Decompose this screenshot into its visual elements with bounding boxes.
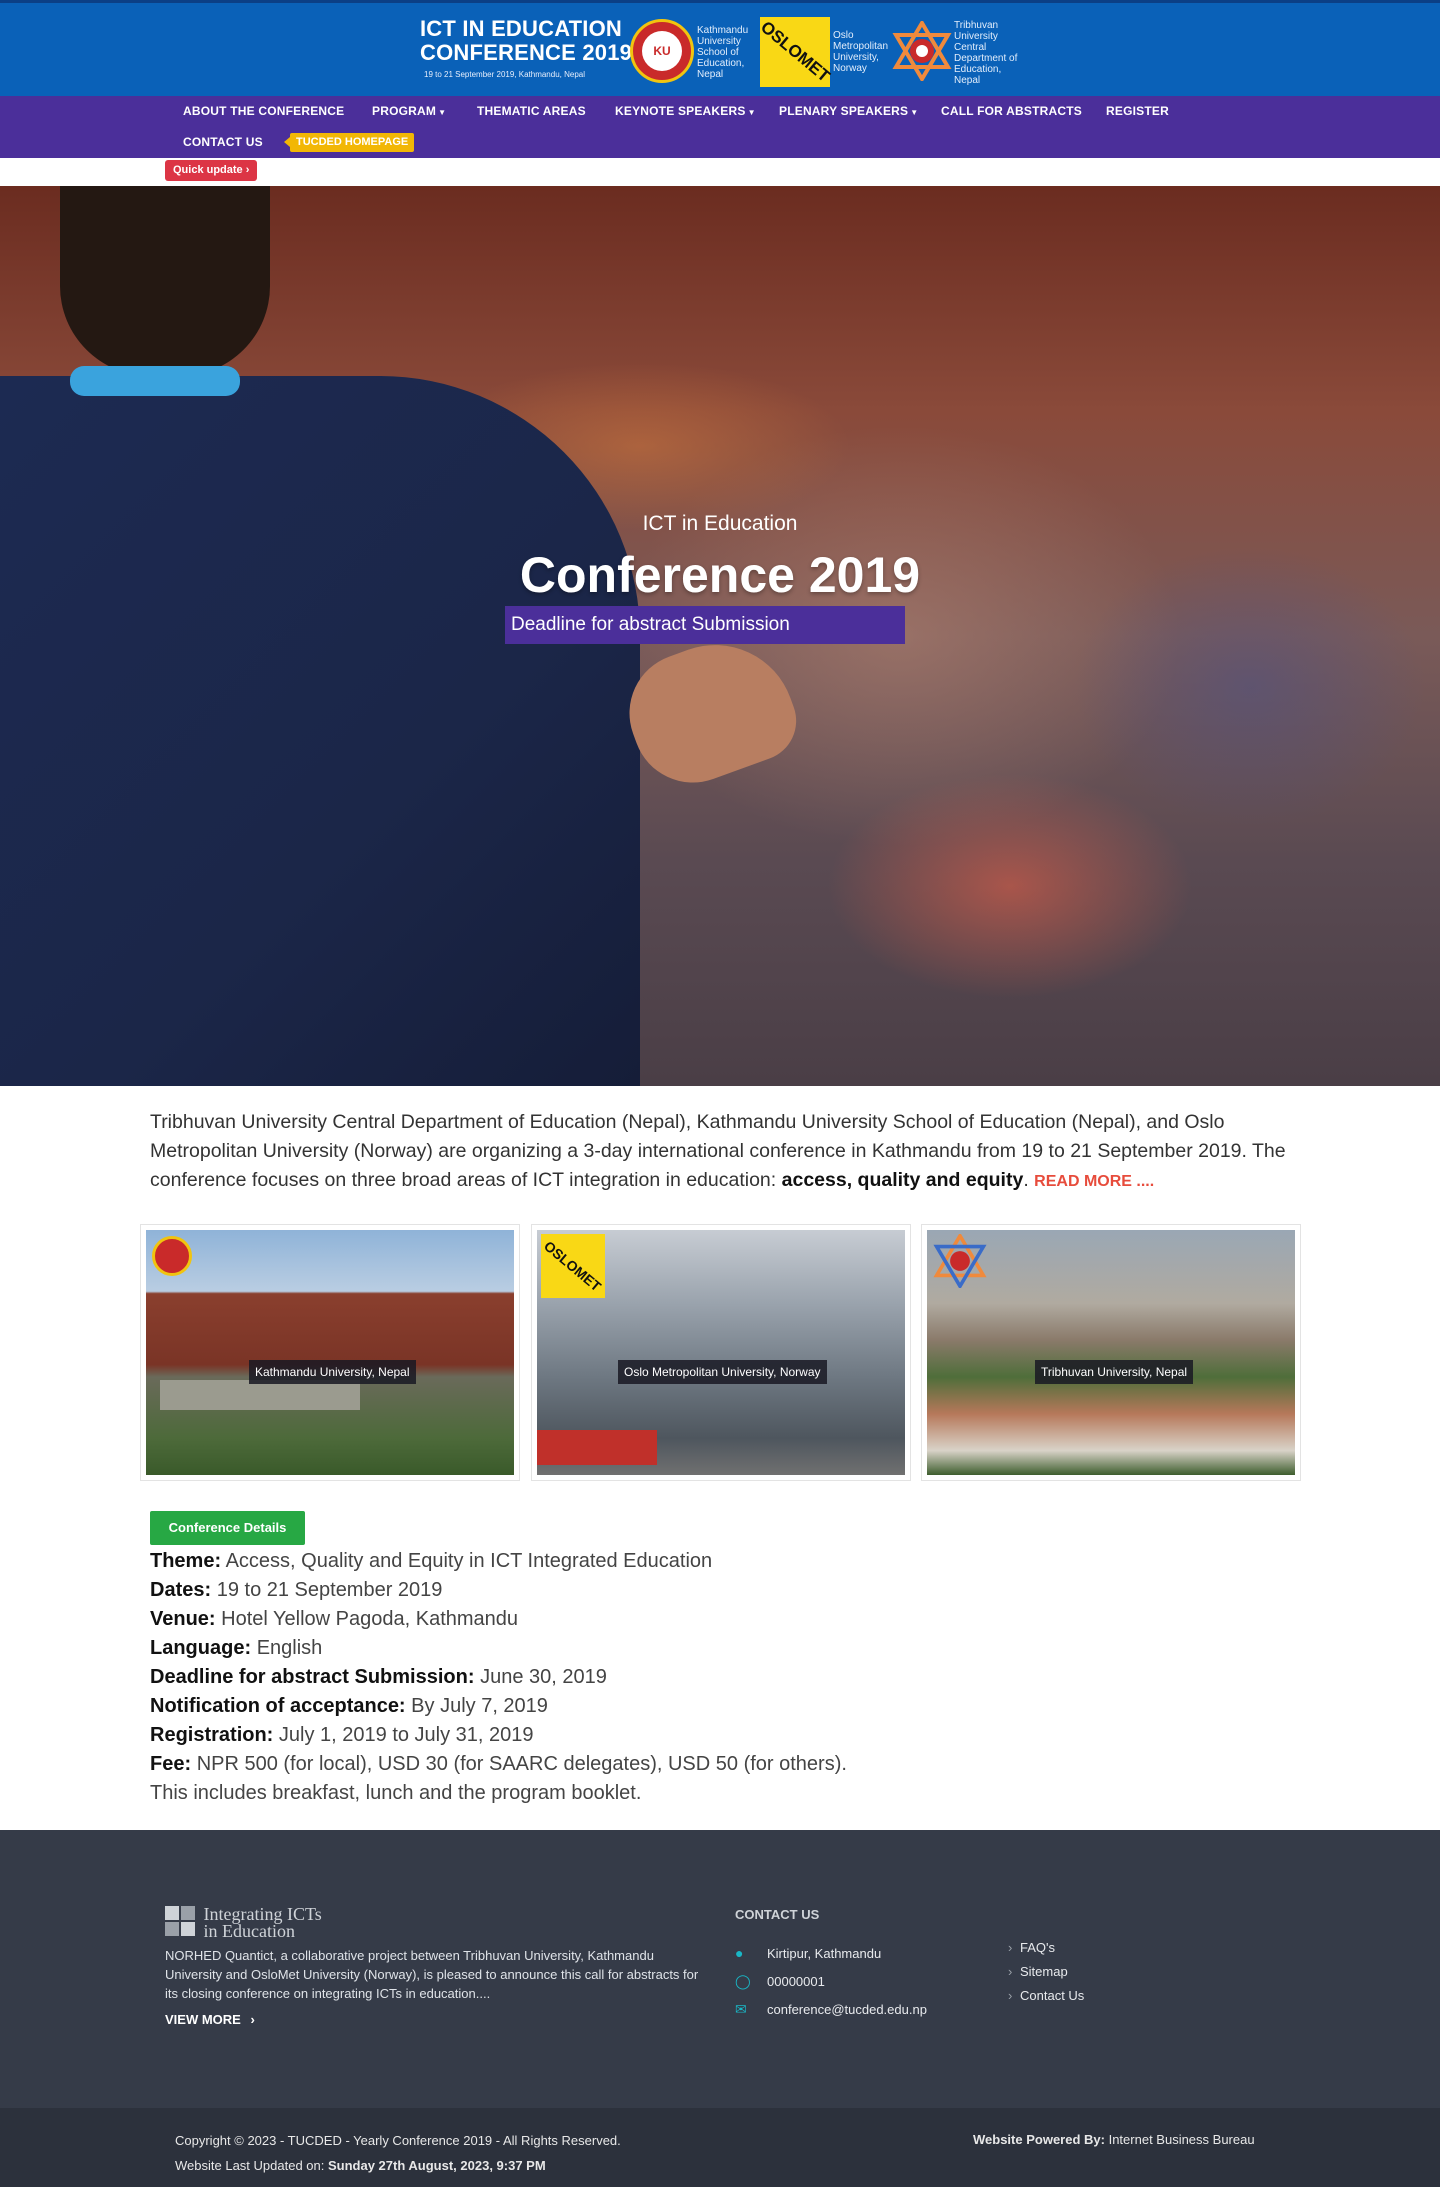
university-card-oslomet[interactable]: OSLOMET Oslo Metropolitan University, No… [531,1224,911,1481]
nav-about-conference[interactable]: ABOUT THE CONFERENCE [183,104,344,118]
last-updated: Website Last Updated on: Sunday 27th Aug… [175,2158,546,2173]
whatsapp-icon: ◯ [735,1973,751,1989]
nav-keynote-speakers[interactable]: KEYNOTE SPEAKERS ▼ [615,104,756,118]
detail-fee: Fee: NPR 500 (for local), USD 30 (for SA… [150,1753,847,1804]
hero-title: Conference 2019 [519,547,921,603]
card-caption: Oslo Metropolitan University, Norway [618,1360,827,1384]
nav-contact-us[interactable]: CONTACT US [183,135,263,149]
detail-abstract-deadline: Deadline for abstract Submission: June 3… [150,1666,607,1688]
conference-details-button[interactable]: Conference Details [150,1511,305,1545]
hero-eyebrow: ICT in Education [642,512,798,535]
oslomet-emblem-icon: OSLOMET [541,1234,605,1298]
quick-update-button[interactable]: Quick update › [165,160,258,181]
detail-language: Language: English [150,1637,323,1659]
hero-banner: ICT in Education Conference 2019 Deadlin… [0,186,1440,1086]
powered-by: Website Powered By: Internet Business Bu… [973,2132,1255,2147]
card-caption: Kathmandu University, Nepal [249,1360,416,1384]
footer-bottom-bar: Copyright © 2023 - TUCDED - Yearly Confe… [0,2108,1440,2187]
read-more-link[interactable]: READ MORE .... [1034,1173,1154,1190]
chevron-down-icon: ▼ [910,108,919,117]
footer-link-faqs[interactable]: FAQ's [1008,1940,1055,1955]
footer-description: NORHED Quantict, a collaborative project… [165,1948,699,2001]
nav-register[interactable]: REGISTER [1106,104,1169,118]
detail-notification: Notification of acceptance: By July 7, 2… [150,1695,548,1717]
map-marker-icon: ● [735,1945,744,1961]
conference-details: Theme: Access, Quality and Equity in ICT… [150,1547,870,1808]
nav-plenary-speakers[interactable]: PLENARY SPEAKERS ▼ [779,104,918,118]
oslomet-logo-text: Oslo Metropolitan University, Norway [833,30,889,74]
envelope-icon: ✉ [735,2001,747,2017]
speaker-silhouette [0,376,640,1086]
site-title[interactable]: ICT IN EDUCATION CONFERENCE 2019 [420,17,632,65]
university-card-tu[interactable]: Tribhuvan University, Nepal [921,1224,1301,1481]
hero-deadline-box: Deadline for abstract Submission [505,606,905,644]
card-caption: Tribhuvan University, Nepal [1035,1360,1194,1384]
tu-emblem-icon [933,1234,987,1288]
detail-dates: Dates: 19 to 21 September 2019 [150,1579,443,1601]
footer-view-more-link[interactable]: VIEW MORE › [165,2012,255,2027]
footer-logo[interactable]: Integrating ICTs in Education [165,1905,322,1940]
footer-logo-icon [165,1906,195,1936]
tribhuvan-university-logo [892,21,952,81]
oslomet-logo: OSLOMET [757,17,834,87]
footer-link-contact-us[interactable]: Contact Us [1008,1988,1084,2003]
ku-emblem-icon [152,1236,192,1276]
intro-paragraph: Tribhuvan University Central Department … [150,1111,1286,1191]
chevron-down-icon: ▼ [438,108,447,117]
footer-contact-title: CONTACT US [735,1907,820,1922]
detail-theme: Theme: Access, Quality and Equity in ICT… [150,1550,713,1572]
footer-link-sitemap[interactable]: Sitemap [1008,1964,1068,1979]
detail-venue: Venue: Hotel Yellow Pagoda, Kathmandu [150,1608,519,1630]
site-title-line1: ICT IN EDUCATION [420,16,623,41]
tu-logo-text: Tribhuvan University Central Department … [954,20,1018,86]
kathmandu-university-logo: KU [630,19,694,83]
chevron-right-icon: › [250,2012,255,2027]
site-header: ICT IN EDUCATION CONFERENCE 2019 19 to 2… [0,0,1440,96]
nav-program[interactable]: PROGRAM ▼ [372,104,446,118]
university-card-ku[interactable]: Kathmandu University, Nepal [140,1224,520,1481]
powered-by-link[interactable]: Internet Business Bureau [1109,2132,1255,2147]
nav-thematic-areas[interactable]: THEMATIC AREAS [477,104,586,118]
site-title-line2: CONFERENCE 2019 [420,40,633,65]
ku-logo-text: Kathmandu University School of Education… [697,25,749,80]
copyright-text: Copyright © 2023 - TUCDED - Yearly Confe… [175,2133,621,2148]
tucded-homepage-badge[interactable]: TUCDED HOMEPAGE [283,133,415,152]
chevron-down-icon: ▼ [747,108,756,117]
detail-registration: Registration: July 1, 2019 to July 31, 2… [150,1724,534,1746]
site-subtitle: 19 to 21 September 2019, Kathmandu, Nepa… [424,70,585,79]
nav-call-for-abstracts[interactable]: CALL FOR ABSTRACTS [941,104,1082,118]
